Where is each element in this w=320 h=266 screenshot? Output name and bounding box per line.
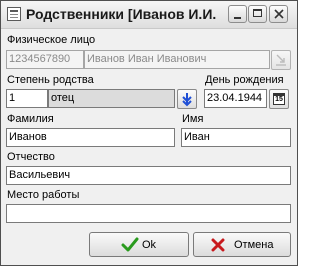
calendar-icon: 15	[273, 93, 285, 105]
minimize-icon[interactable]	[228, 5, 247, 23]
firstname-field[interactable]: Иван	[181, 128, 291, 147]
relation-label: Степень родства	[7, 74, 94, 86]
surname-label: Фамилия	[7, 113, 54, 125]
x-icon	[211, 238, 225, 252]
person-id-field: 1234567890	[6, 50, 84, 69]
birthday-label: День рождения	[205, 74, 284, 86]
patronymic-label: Отчество	[7, 151, 55, 163]
pick-relation-button[interactable]	[177, 89, 197, 109]
cancel-button-label: Отмена	[234, 239, 274, 251]
patronymic-field[interactable]: Васильевич	[6, 166, 291, 185]
maximize-icon[interactable]	[248, 5, 267, 23]
surname-field[interactable]: Иванов	[6, 128, 175, 147]
person-name-field: Иванов Иван Иванович	[84, 50, 270, 69]
calendar-icon-day: 15	[275, 96, 283, 103]
check-icon	[121, 237, 139, 252]
relation-name-field: отец	[48, 89, 175, 108]
person-label: Физическое лицо	[7, 34, 96, 46]
relation-code-field[interactable]: 1	[6, 89, 48, 108]
ok-button-label: Ok	[142, 239, 157, 251]
window-title: Родственники [Иванов И.И. ...	[26, 6, 218, 22]
workplace-label: Место работы	[7, 189, 80, 201]
pick-person-button[interactable]	[271, 50, 291, 70]
pick-down-arrows-icon	[182, 93, 192, 107]
cancel-button[interactable]: Отмена	[193, 232, 291, 257]
workplace-field[interactable]	[6, 204, 291, 223]
app-window-icon	[7, 7, 21, 21]
title-bar[interactable]: Родственники [Иванов И.И. ...	[1, 1, 297, 29]
pick-person-icon	[276, 54, 286, 66]
ok-button[interactable]: Ok	[89, 232, 189, 257]
close-icon[interactable]	[269, 5, 288, 23]
calendar-button[interactable]: 15	[269, 89, 289, 109]
birthday-field[interactable]: 23.04.1944	[204, 89, 267, 108]
dialog-window: Родственники [Иванов И.И. ... Физическое…	[0, 0, 298, 266]
firstname-label: Имя	[182, 113, 204, 125]
